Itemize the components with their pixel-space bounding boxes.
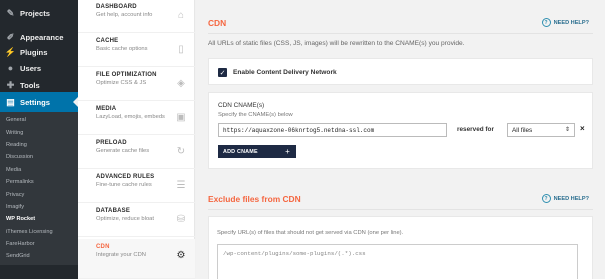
wp-submenu-general[interactable]: General	[0, 114, 78, 126]
cdn-help-link[interactable]: ? NEED HELP?	[541, 18, 589, 27]
rocket-nav-advanced-rules[interactable]: ADVANCED RULES Fine-tune cache rules ☰	[78, 169, 195, 203]
exclude-description: Specify URL(s) of files that should not …	[217, 230, 404, 236]
wp-menu-label: Users	[20, 63, 42, 73]
cdn-icon: ⚙	[176, 249, 186, 261]
wrench-icon: ✚	[6, 79, 15, 90]
wp-submenu-discussion[interactable]: Discussion	[0, 151, 78, 163]
wp-submenu-writing[interactable]: Writing	[0, 126, 78, 138]
help-label: NEED HELP?	[553, 19, 589, 26]
wp-submenu-wp-rocket[interactable]: WP Rocket	[0, 213, 78, 225]
wp-submenu-privacy[interactable]: Privacy	[0, 188, 78, 200]
settings-icon: ▤	[6, 96, 15, 107]
exclude-placeholder: /wp-content/plugins/some-plugins/(.*).cs…	[223, 250, 366, 257]
wp-submenu-imagify[interactable]: Imagify	[0, 201, 78, 213]
wp-menu-label: Appearance	[20, 32, 64, 42]
rocket-nav-cdn[interactable]: CDN Integrate your CDN ⚙	[78, 239, 195, 279]
wp-submenu-permalinks[interactable]: Permalinks	[0, 176, 78, 188]
database-icon: ⛁	[176, 213, 186, 225]
wp-submenu-sendgrid[interactable]: SendGrid	[0, 250, 78, 262]
wp-submenu-ithemes[interactable]: iThemes Licensing	[0, 226, 78, 238]
exclude-card-wrap: Specify URL(s) of files that should not …	[208, 196, 593, 279]
user-icon: ●	[7, 63, 14, 73]
cdn-section-title: CDN	[208, 18, 227, 28]
cdn-cname-card: CDN CNAME(s) Specify the CNAME(s) below …	[208, 92, 593, 169]
refresh-icon: ↻	[176, 145, 186, 157]
remove-cname-button[interactable]: ×	[580, 124, 585, 133]
select-arrows-icon: ⇕	[564, 127, 570, 133]
cdn-enable-card: ✓ Enable Content Delivery Network	[208, 58, 593, 85]
rocket-nav-file-optimization[interactable]: FILE OPTIMIZATION Optimize CSS & JS ◈	[78, 67, 195, 101]
wp-submenu-reading[interactable]: Reading	[0, 139, 78, 151]
rocket-nav-preload[interactable]: PRELOAD Generate cache files ↻	[78, 135, 195, 169]
wp-menu-settings[interactable]: ▤ Settings	[0, 92, 78, 112]
wp-submenu-media[interactable]: Media	[0, 164, 78, 176]
wp-menu-label: Plugins	[20, 47, 48, 57]
list-icon: ☰	[176, 179, 186, 191]
wp-menu-label: Tools	[20, 80, 40, 90]
main-content: CDN ? NEED HELP? All URLs of static file…	[196, 0, 605, 279]
reserved-for-value: All files	[512, 127, 533, 134]
enable-cdn-label[interactable]: Enable Content Delivery Network	[233, 69, 337, 76]
layers-icon: ◈	[177, 77, 185, 89]
pin-icon: ✎	[6, 7, 15, 18]
rocket-settings-nav: DASHBOARD Get help, account info ⌂ CACHE…	[78, 0, 195, 279]
cname-subtitle: Specify the CNAME(s) below	[218, 112, 293, 118]
rocket-nav-dashboard[interactable]: DASHBOARD Get help, account info ⌂	[78, 0, 195, 33]
home-icon: ⌂	[177, 9, 185, 21]
wp-submenu-fareharbor[interactable]: FareHarbor	[0, 238, 78, 250]
help-icon: ?	[541, 18, 551, 27]
add-cname-label: ADD CNAME	[223, 148, 258, 155]
wp-settings-submenu: General Writing Reading Discussion Media…	[0, 112, 78, 265]
wp-admin-sidebar: ✎ Projects ✐ Appearance ⚡ Plugins ● User…	[0, 0, 78, 279]
cname-input[interactable]: https://aquaxzone-06knrtog5.netdna-ssl.c…	[218, 123, 447, 137]
reserved-for-label: reserved for	[457, 126, 494, 133]
rocket-nav-cache[interactable]: CACHE Basic cache options ▯	[78, 33, 195, 67]
brush-icon: ✐	[6, 31, 15, 42]
image-icon: ▣	[176, 111, 186, 123]
rocket-nav-database[interactable]: DATABASE Optimize, reduce bloat ⛁	[78, 203, 195, 237]
wp-menu-label: Projects	[20, 8, 50, 18]
exclude-textarea[interactable]: /wp-content/plugins/some-plugins/(.*).cs…	[217, 244, 578, 279]
enable-cdn-checkbox[interactable]: ✓	[218, 68, 227, 77]
add-cname-button[interactable]: ADD CNAME +	[218, 145, 296, 158]
cdn-section-header: CDN ? NEED HELP?	[208, 18, 593, 34]
document-icon: ▯	[178, 43, 184, 55]
rocket-nav-media[interactable]: MEDIA LazyLoad, emojis, embeds ▣	[78, 101, 195, 135]
reserved-for-select[interactable]: All files ⇕	[507, 123, 575, 137]
plus-icon: +	[285, 146, 290, 156]
wp-menu-label: Settings	[20, 97, 50, 107]
cname-title: CDN CNAME(s)	[218, 102, 265, 109]
cdn-description: All URLs of static files (CSS, JS, image…	[208, 40, 465, 47]
wp-menu-projects[interactable]: ✎ Projects	[0, 3, 78, 23]
plug-icon: ⚡	[4, 46, 17, 57]
